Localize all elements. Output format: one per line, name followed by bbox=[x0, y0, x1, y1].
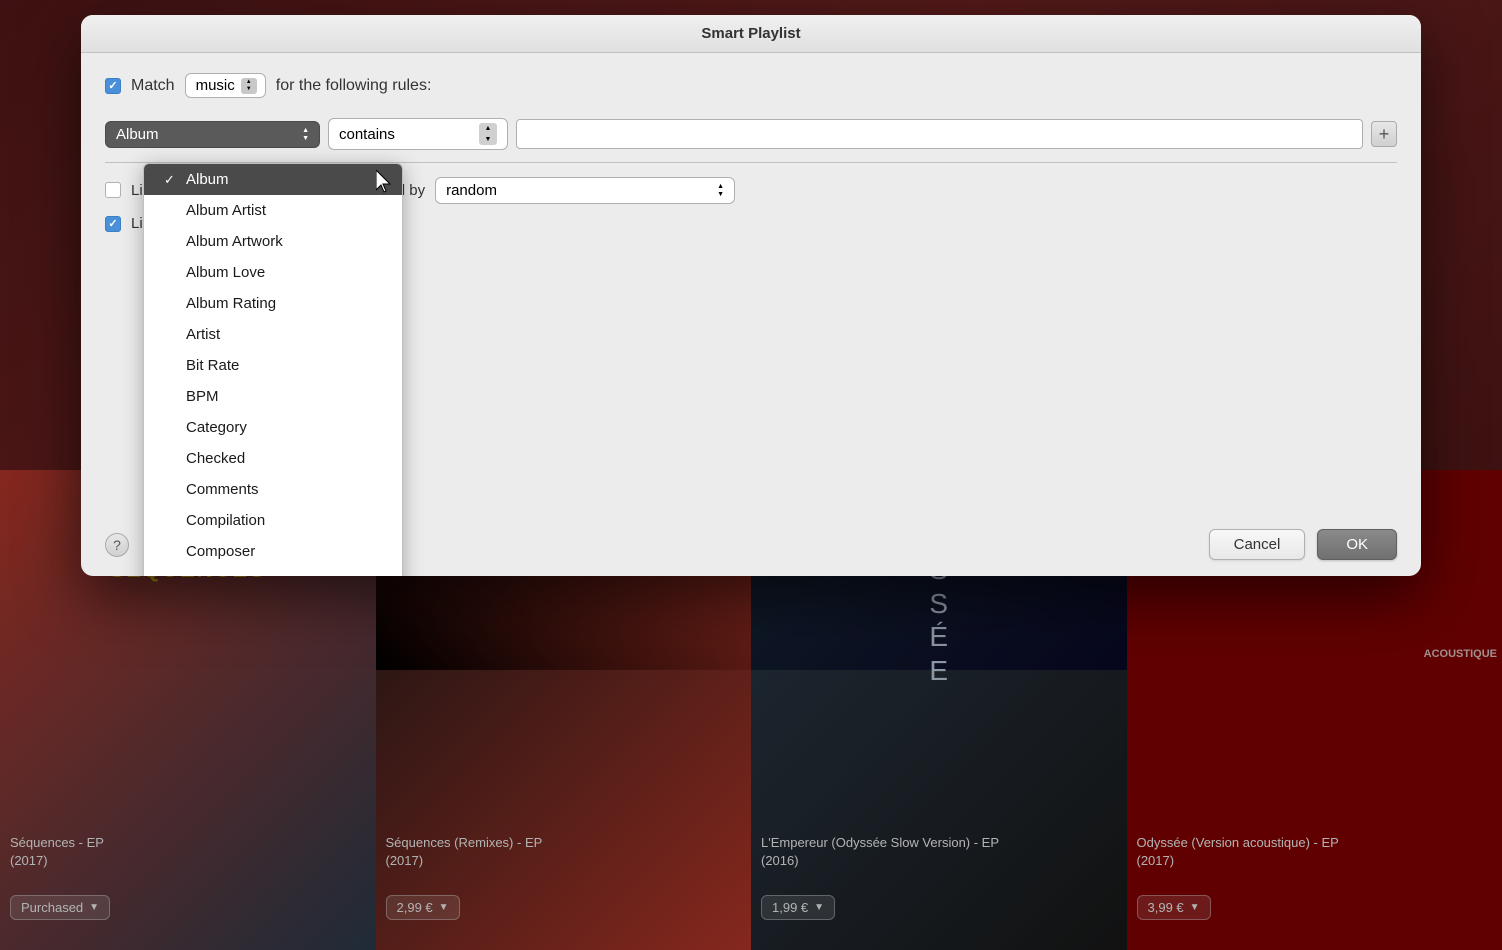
dropdown-item-label: Album Love bbox=[186, 264, 265, 281]
match-select-value: music bbox=[196, 77, 235, 94]
help-button[interactable]: ? bbox=[105, 533, 129, 557]
rule-condition-dropdown[interactable]: contains ▲ ▼ bbox=[328, 118, 508, 150]
rule-field-value: Album bbox=[116, 126, 159, 143]
rule-text-input[interactable] bbox=[516, 119, 1363, 149]
dropdown-item-artist[interactable]: Artist bbox=[144, 319, 402, 350]
rule-field-dropdown[interactable]: Album ▲ ▼ bbox=[105, 121, 320, 148]
dropdown-item-label: Artist bbox=[186, 326, 220, 343]
dropdown-item-label: Compilation bbox=[186, 512, 265, 529]
dialog-titlebar: Smart Playlist bbox=[81, 15, 1421, 53]
cancel-button[interactable]: Cancel bbox=[1209, 529, 1306, 560]
dropdown-item-bit-rate[interactable]: Bit Rate bbox=[144, 350, 402, 381]
add-rule-button[interactable]: + bbox=[1371, 121, 1397, 147]
dropdown-item-label: BPM bbox=[186, 388, 219, 405]
dropdown-item-label: Album Artist bbox=[186, 202, 266, 219]
match-row: Match music for the following rules: bbox=[105, 73, 1397, 98]
dropdown-item-album-artist[interactable]: Album Artist bbox=[144, 195, 402, 226]
selected-by-dropdown[interactable]: random ▲ ▼ bbox=[435, 177, 735, 204]
dropdown-item-label: Album Artwork bbox=[186, 233, 283, 250]
dropdown-item-comments[interactable]: Comments bbox=[144, 474, 402, 505]
limit-checkbox[interactable] bbox=[105, 182, 121, 198]
dropdown-item-date-added[interactable]: Date Added bbox=[144, 567, 402, 576]
live-updating-checkbox[interactable] bbox=[105, 216, 121, 232]
match-select[interactable]: music bbox=[185, 73, 266, 98]
dropdown-item-label: Album bbox=[186, 171, 229, 188]
match-select-arrow bbox=[241, 78, 257, 94]
match-label: Match bbox=[131, 77, 175, 95]
dropdown-item-category[interactable]: Category bbox=[144, 412, 402, 443]
dropdown-item-label: Bit Rate bbox=[186, 357, 239, 374]
dialog-overlay: Smart Playlist Match music for the follo… bbox=[0, 0, 1502, 950]
rule-condition-value: contains bbox=[339, 126, 395, 143]
dropdown-item-album-rating[interactable]: Album Rating bbox=[144, 288, 402, 319]
dropdown-item-label: Composer bbox=[186, 543, 255, 560]
ok-button[interactable]: OK bbox=[1317, 529, 1397, 560]
match-suffix: for the following rules: bbox=[276, 77, 432, 95]
dropdown-item-album[interactable]: ✓ Album bbox=[144, 164, 402, 195]
smart-playlist-dialog: Smart Playlist Match music for the follo… bbox=[81, 15, 1421, 576]
match-checkbox[interactable] bbox=[105, 78, 121, 94]
field-dropdown-menu: ✓ Album Album Artist Album Artwork Album… bbox=[143, 163, 403, 576]
dropdown-item-compilation[interactable]: Compilation bbox=[144, 505, 402, 536]
dropdown-item-label: Comments bbox=[186, 481, 259, 498]
dropdown-item-album-love[interactable]: Album Love bbox=[144, 257, 402, 288]
dropdown-item-label: Album Rating bbox=[186, 295, 276, 312]
dialog-title: Smart Playlist bbox=[701, 25, 800, 42]
dropdown-item-label: Category bbox=[186, 419, 247, 436]
condition-stepper: ▲ ▼ bbox=[479, 123, 497, 145]
rule-row: Album ▲ ▼ contains ▲ ▼ + bbox=[105, 118, 1397, 150]
check-icon: ✓ bbox=[164, 172, 178, 188]
dropdown-item-label: Date Added bbox=[186, 574, 264, 576]
dropdown-item-album-artwork[interactable]: Album Artwork bbox=[144, 226, 402, 257]
selected-by-value: random bbox=[446, 182, 497, 199]
dropdown-item-checked[interactable]: Checked bbox=[144, 443, 402, 474]
dropdown-item-label: Checked bbox=[186, 450, 245, 467]
dropdown-item-composer[interactable]: Composer bbox=[144, 536, 402, 567]
dropdown-item-bpm[interactable]: BPM bbox=[144, 381, 402, 412]
